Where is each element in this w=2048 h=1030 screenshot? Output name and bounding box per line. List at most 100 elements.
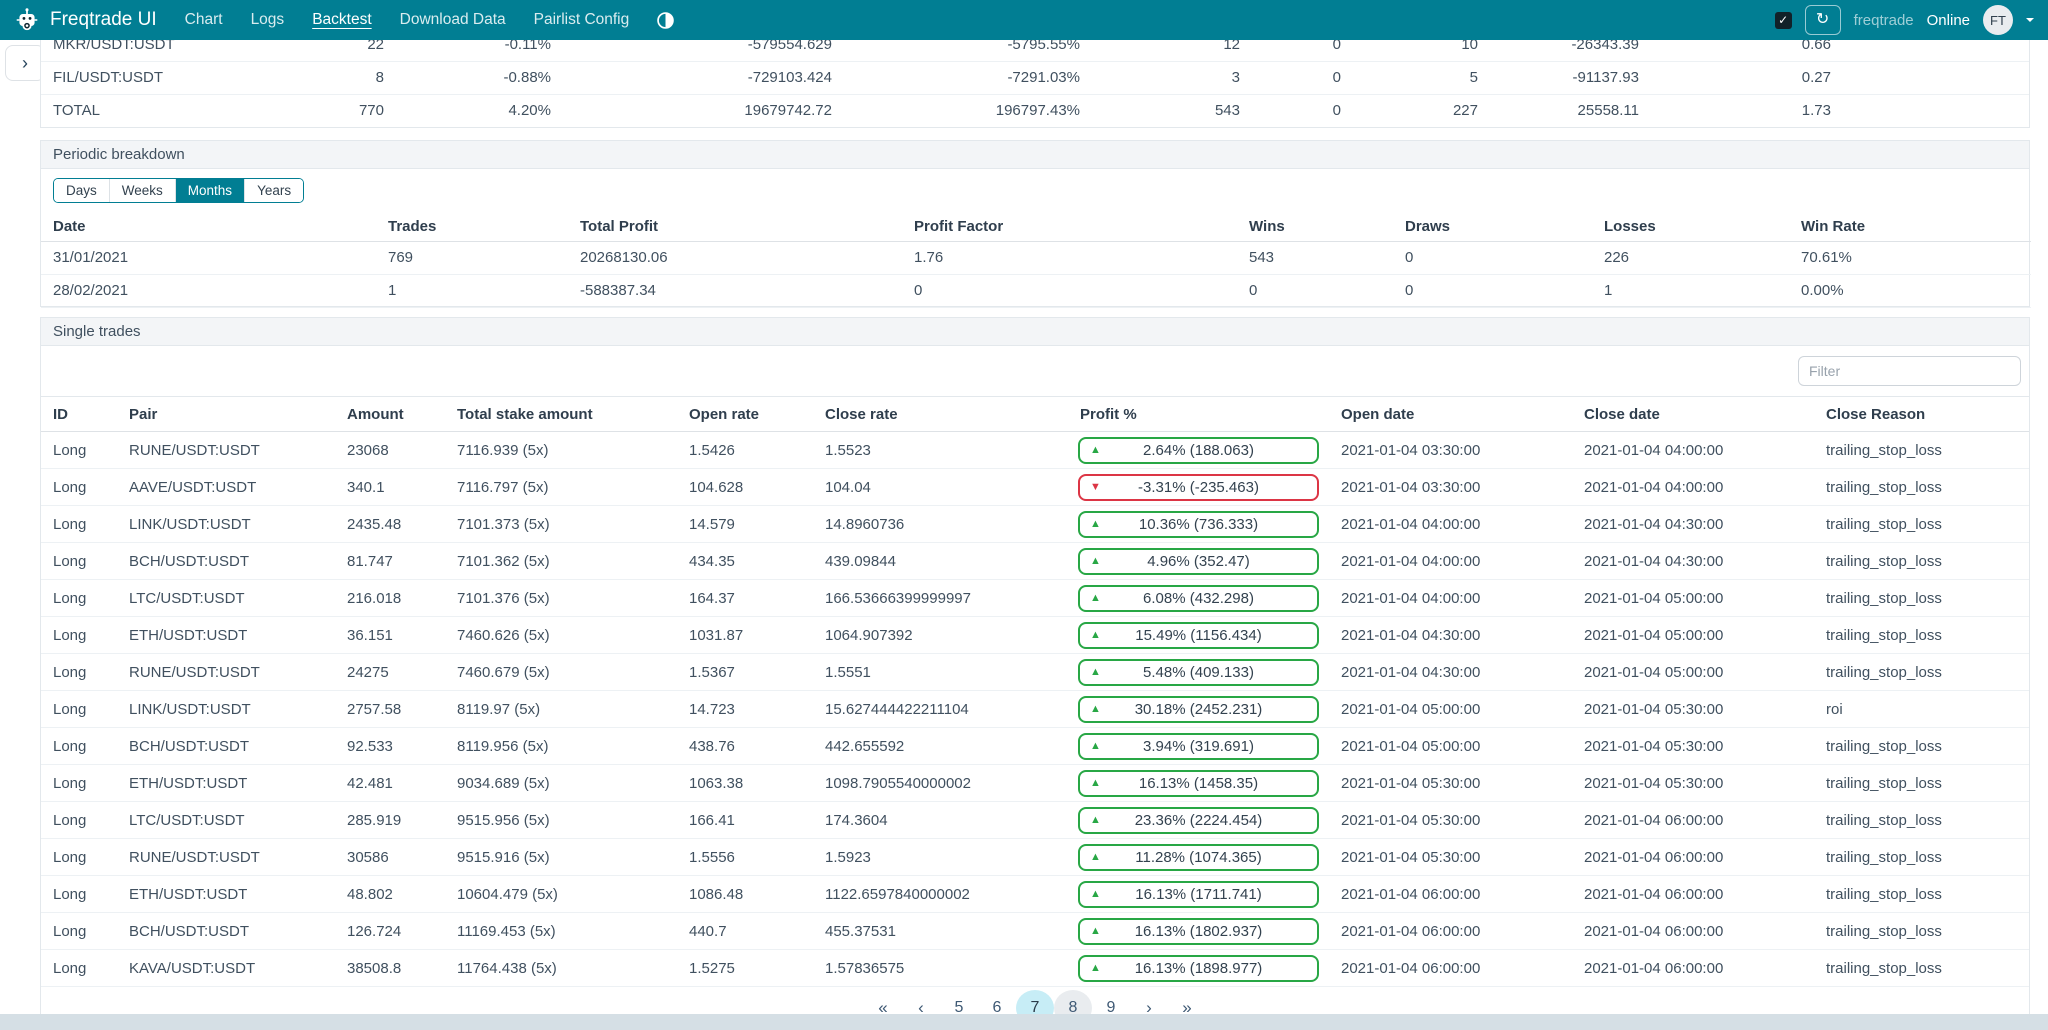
column-header-close-rate[interactable]: Close rate [813,397,1068,432]
profit-cell: ▲23.36% (2224.454) [1068,802,1329,839]
trade-row[interactable]: LongETH/USDT:USDT42.4819034.689 (5x)1063… [41,765,2029,802]
open-date-cell: 2021-01-04 05:00:00 [1329,691,1572,728]
profit-badge: ▲16.13% (1898.977) [1078,955,1319,982]
close-rate-cell: 1.5923 [813,839,1068,876]
profit-value: 16.13% (1898.977) [1135,960,1263,977]
column-header-wins[interactable]: Wins [1237,213,1393,241]
single-trades-card: Single trades IDPairAmountTotal stake am… [40,317,2030,1017]
theme-toggle-icon[interactable] [657,12,674,29]
trade-row[interactable]: LongETH/USDT:USDT48.80210604.479 (5x)108… [41,876,2029,913]
column-header-open-date[interactable]: Open date [1329,397,1572,432]
period-button-months[interactable]: Months [176,179,245,202]
column-header-draws[interactable]: Draws [1393,213,1592,241]
profit-badge: ▲11.28% (1074.365) [1078,844,1319,871]
period-button-years[interactable]: Years [245,179,303,202]
open-rate-cell: 14.579 [677,506,813,543]
trade-row[interactable]: LongKAVA/USDT:USDT38508.811764.438 (5x)1… [41,950,2029,987]
close-date-cell: 2021-01-04 05:30:00 [1572,691,1814,728]
column-header-losses[interactable]: Losses [1592,213,1789,241]
column-header-pair[interactable]: Pair [117,397,335,432]
value-cell: 0 [1393,241,1592,274]
close-reason-cell: trailing_stop_loss [1814,839,2029,876]
trade-row[interactable]: LongAAVE/USDT:USDT340.17116.797 (5x)104.… [41,469,2029,506]
amount-cell: 92.533 [335,728,445,765]
column-header-total-stake-amount[interactable]: Total stake amount [445,397,677,432]
sidebar-expand-button[interactable]: › [5,45,45,81]
direction-cell: Long [41,913,117,950]
column-header-win-rate[interactable]: Win Rate [1789,213,2031,241]
profit-badge: ▲2.64% (188.063) [1078,437,1319,464]
profit-badge: ▲5.48% (409.133) [1078,659,1319,686]
close-date-cell: 2021-01-04 04:00:00 [1572,469,1814,506]
trade-row[interactable]: LongLTC/USDT:USDT216.0187101.376 (5x)164… [41,580,2029,617]
column-header-close-date[interactable]: Close date [1572,397,1814,432]
direction-cell: Long [41,876,117,913]
pair-cell: RUNE/USDT:USDT [117,654,335,691]
trade-row[interactable]: LongLTC/USDT:USDT285.9199515.956 (5x)166… [41,802,2029,839]
bot-name[interactable]: freqtrade [1854,12,1914,29]
reload-button[interactable]: ↻ [1805,5,1841,35]
column-header-trades[interactable]: Trades [376,213,568,241]
column-header-profit-[interactable]: Profit % [1068,397,1329,432]
close-date-cell: 2021-01-04 06:00:00 [1572,913,1814,950]
trade-row[interactable]: LongETH/USDT:USDT36.1517460.626 (5x)1031… [41,617,2029,654]
brand-title[interactable]: Freqtrade UI [50,9,157,31]
filter-input[interactable] [1798,356,2021,386]
profit-badge: ▲6.08% (432.298) [1078,585,1319,612]
chevron-down-icon[interactable] [2026,18,2034,26]
pair-cell: KAVA/USDT:USDT [117,950,335,987]
amount-cell: 340.1 [335,469,445,506]
amount-cell: 216.018 [335,580,445,617]
column-header-date[interactable]: Date [41,213,376,241]
autorefresh-checkbox[interactable]: ✓ [1775,12,1792,29]
value-cell: -579554.629 [563,40,844,61]
close-rate-cell: 1.57836575 [813,950,1068,987]
nav-link-backtest[interactable]: Backtest [312,11,371,29]
period-button-days[interactable]: Days [54,179,110,202]
trade-row[interactable]: LongRUNE/USDT:USDT305869515.916 (5x)1.55… [41,839,2029,876]
column-header-id[interactable]: ID [41,397,117,432]
nav-link-chart[interactable]: Chart [185,11,223,29]
stake-cell: 8119.97 (5x) [445,691,677,728]
close-rate-cell: 166.53666399999997 [813,580,1068,617]
column-header-close-reason[interactable]: Close Reason [1814,397,2029,432]
column-header-open-rate[interactable]: Open rate [677,397,813,432]
spacer-cell [1843,94,2029,127]
pair-cell: RUNE/USDT:USDT [117,839,335,876]
value-cell: 10 [1353,40,1490,61]
nav-link-pairlist-config[interactable]: Pairlist Config [534,11,630,29]
open-rate-cell: 1.5275 [677,950,813,987]
trade-row[interactable]: LongLINK/USDT:USDT2435.487101.373 (5x)14… [41,506,2029,543]
value-cell: 0 [1237,274,1393,307]
trade-row[interactable]: LongBCH/USDT:USDT126.72411169.453 (5x)44… [41,913,2029,950]
profit-cell: ▲16.13% (1711.741) [1068,876,1329,913]
trade-row[interactable]: LongBCH/USDT:USDT92.5338119.956 (5x)438.… [41,728,2029,765]
close-reason-cell: trailing_stop_loss [1814,802,2029,839]
stake-cell: 7460.626 (5x) [445,617,677,654]
close-date-cell: 2021-01-04 04:30:00 [1572,506,1814,543]
trade-row[interactable]: LongRUNE/USDT:USDT242757460.679 (5x)1.53… [41,654,2029,691]
period-button-group: DaysWeeksMonthsYears [53,178,304,203]
column-header-amount[interactable]: Amount [335,397,445,432]
avatar[interactable]: FT [1983,5,2013,35]
direction-cell: Long [41,543,117,580]
trade-row[interactable]: LongLINK/USDT:USDT2757.588119.97 (5x)14.… [41,691,2029,728]
trade-row[interactable]: LongRUNE/USDT:USDT230687116.939 (5x)1.54… [41,432,2029,469]
close-date-cell: 2021-01-04 05:30:00 [1572,765,1814,802]
periodic-row[interactable]: 31/01/202176920268130.061.76543022670.61… [41,241,2031,274]
nav-link-download-data[interactable]: Download Data [400,11,506,29]
value-cell: 0 [1252,94,1353,127]
pair-summary-row[interactable]: MKR/USDT:USDT22-0.11%-579554.629-5795.55… [41,40,2029,61]
periodic-row[interactable]: 28/02/20211-588387.3400010.00% [41,274,2031,307]
triangle-down-icon: ▼ [1090,482,1101,493]
pair-summary-row[interactable]: TOTAL7704.20%19679742.72196797.43%543022… [41,94,2029,127]
navbar-right: ✓ ↻ freqtrade Online FT [1775,5,2034,35]
column-header-profit-factor[interactable]: Profit Factor [902,213,1237,241]
pair-summary-row[interactable]: FIL/USDT:USDT8-0.88%-729103.424-7291.03%… [41,61,2029,94]
nav-link-logs[interactable]: Logs [251,11,285,29]
column-header-total-profit[interactable]: Total Profit [568,213,902,241]
close-rate-cell: 174.3604 [813,802,1068,839]
open-rate-cell: 434.35 [677,543,813,580]
trade-row[interactable]: LongBCH/USDT:USDT81.7477101.362 (5x)434.… [41,543,2029,580]
period-button-weeks[interactable]: Weeks [110,179,176,202]
